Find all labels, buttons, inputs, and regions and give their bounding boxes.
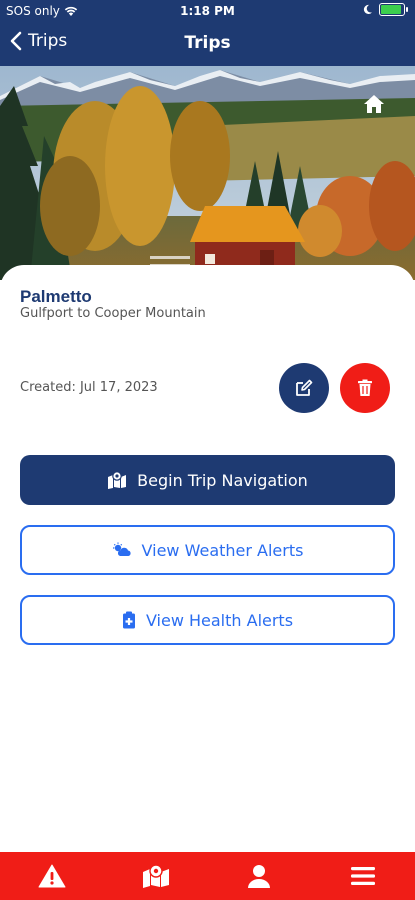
trip-route: Gulfport to Cooper Mountain bbox=[20, 306, 206, 321]
status-time: 1:18 PM bbox=[180, 4, 235, 18]
weather-icon bbox=[112, 542, 131, 556]
view-weather-alerts-label: View Weather Alerts bbox=[141, 540, 304, 560]
home-button[interactable] bbox=[363, 94, 385, 118]
status-right bbox=[362, 3, 408, 16]
trip-name: Palmetto bbox=[20, 287, 92, 306]
tab-alerts[interactable] bbox=[0, 852, 104, 900]
delete-trip-button[interactable] bbox=[340, 363, 390, 413]
view-health-alerts-button[interactable]: View Health Alerts bbox=[20, 595, 395, 645]
tab-profile[interactable] bbox=[208, 852, 312, 900]
home-icon bbox=[364, 95, 384, 113]
trip-hero-image bbox=[0, 66, 415, 280]
page-title: Trips bbox=[184, 33, 231, 53]
nav-bar: Trips Trips bbox=[0, 22, 415, 66]
tab-map[interactable] bbox=[104, 852, 208, 900]
view-weather-alerts-button[interactable]: View Weather Alerts bbox=[20, 525, 395, 575]
medical-clipboard-icon bbox=[122, 611, 135, 629]
begin-trip-navigation-label: Begin Trip Navigation bbox=[137, 470, 308, 490]
landscape-illustration bbox=[0, 66, 415, 280]
app-header: SOS only 1:18 PM Trips Trips bbox=[0, 0, 415, 66]
trash-icon bbox=[358, 379, 372, 396]
moon-icon bbox=[363, 4, 373, 15]
begin-trip-navigation-button[interactable]: Begin Trip Navigation bbox=[20, 455, 395, 505]
battery-icon bbox=[379, 3, 408, 16]
edit-icon bbox=[296, 379, 313, 396]
trip-details-card: Palmetto Gulfport to Cooper Mountain Cre… bbox=[0, 265, 415, 855]
warning-icon bbox=[38, 864, 66, 888]
menu-icon bbox=[351, 867, 376, 885]
battery-fill bbox=[381, 5, 401, 14]
bottom-tab-bar bbox=[0, 852, 415, 900]
map-icon bbox=[142, 864, 169, 888]
view-health-alerts-label: View Health Alerts bbox=[145, 610, 294, 630]
trip-created-date: Created: Jul 17, 2023 bbox=[20, 380, 158, 395]
tab-menu[interactable] bbox=[311, 852, 415, 900]
edit-trip-button[interactable] bbox=[279, 363, 329, 413]
map-marker-icon bbox=[108, 471, 127, 489]
user-icon bbox=[248, 865, 271, 888]
status-bar: SOS only 1:18 PM bbox=[0, 0, 415, 22]
